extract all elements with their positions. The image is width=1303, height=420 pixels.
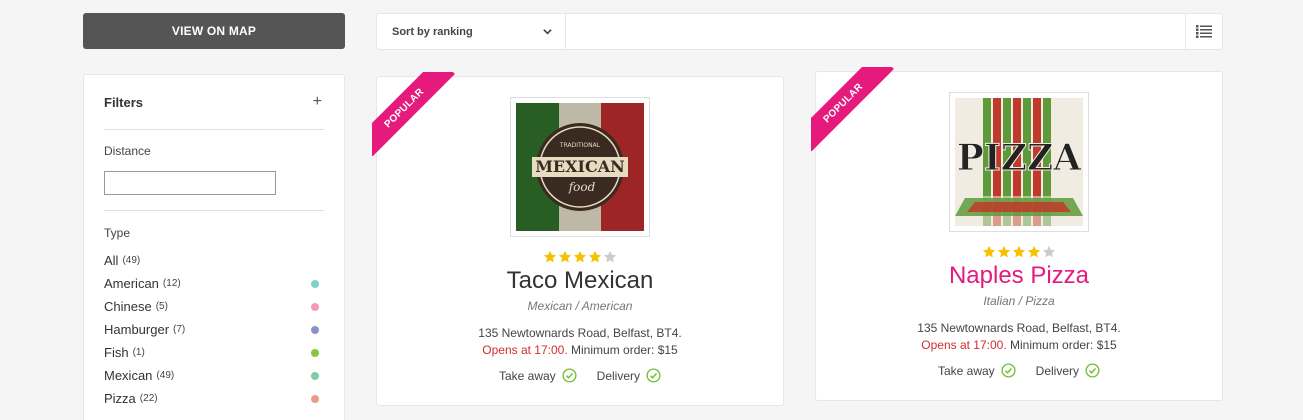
type-filter-count: (49) bbox=[122, 255, 141, 266]
minimum-order: Minimum order: $15 bbox=[1010, 338, 1117, 352]
type-filter-label: American bbox=[104, 276, 159, 291]
restaurant-name[interactable]: Taco Mexican bbox=[377, 266, 783, 296]
type-filter-fish[interactable]: Fish (1) bbox=[104, 341, 324, 364]
restaurant-cuisine: Italian / Pizza bbox=[983, 294, 1055, 308]
type-filter-all[interactable]: All (49) bbox=[104, 249, 324, 272]
check-circle-icon bbox=[1085, 363, 1100, 378]
star-filled-icon bbox=[982, 245, 996, 258]
type-filter-count: (49) bbox=[156, 370, 175, 381]
popular-ribbon: POPULAR bbox=[372, 72, 456, 156]
opening-time: Opens at 17:00. bbox=[921, 338, 1007, 352]
rating-stars bbox=[816, 245, 1222, 261]
type-filter-label: Chinese bbox=[104, 299, 152, 314]
distance-label: Distance bbox=[104, 144, 151, 158]
service-take-away: Take away bbox=[499, 368, 577, 383]
type-filter-american[interactable]: American (12) bbox=[104, 272, 324, 295]
star-filled-icon bbox=[543, 250, 557, 263]
type-filter-label: Fish bbox=[104, 345, 129, 360]
restaurant-card[interactable]: POPULAR MEXICAN TRADITIONAL food Taco Me… bbox=[372, 72, 784, 406]
check-circle-icon bbox=[646, 368, 661, 383]
logo-top-text: TRADITIONAL bbox=[559, 142, 601, 149]
opening-time: Opens at 17:00. bbox=[482, 343, 568, 357]
rating-stars bbox=[377, 250, 783, 266]
restaurant-name[interactable]: Naples Pizza bbox=[816, 261, 1222, 291]
type-filter-count: (1) bbox=[132, 347, 145, 358]
category-color-dot bbox=[311, 303, 319, 311]
service-label: Delivery bbox=[596, 368, 641, 383]
restaurant-card[interactable]: POPULAR PIZZA Naples Pizza Italian / Piz… bbox=[811, 67, 1223, 401]
star-filled-icon bbox=[1012, 245, 1026, 258]
type-filter-count: (22) bbox=[139, 393, 158, 404]
check-circle-icon bbox=[1001, 363, 1016, 378]
restaurant-listing-page: VIEW ON MAP Sort by ranking Filters + Di… bbox=[0, 0, 1303, 420]
restaurant-address: 135 Newtownards Road, Belfast, BT4. bbox=[917, 321, 1121, 335]
filters-title: Filters bbox=[104, 94, 144, 110]
category-color-dot bbox=[311, 372, 319, 380]
logo-sub-text: food bbox=[568, 180, 596, 194]
category-color-dot bbox=[311, 395, 319, 403]
star-filled-icon bbox=[1027, 245, 1041, 258]
filters-panel: Filters + Distance Type All (49) America… bbox=[83, 74, 345, 420]
restaurant-thumbnail[interactable]: PIZZA bbox=[949, 92, 1089, 232]
service-delivery: Delivery bbox=[597, 368, 661, 383]
type-filter-count: (12) bbox=[162, 278, 181, 289]
logo-main-text: PIZZA bbox=[957, 137, 1082, 179]
sort-toolbar: Sort by ranking bbox=[376, 13, 1223, 50]
type-filter-label: Hamburger bbox=[104, 322, 170, 337]
chevron-down-icon bbox=[543, 29, 552, 35]
view-on-map-label: VIEW ON MAP bbox=[171, 24, 257, 38]
type-filter-label: Pizza bbox=[104, 391, 136, 406]
logo-main-text: MEXICAN bbox=[535, 157, 625, 176]
minimum-order: Minimum order: $15 bbox=[571, 343, 678, 357]
list-view-button[interactable] bbox=[1185, 14, 1222, 49]
filters-divider bbox=[104, 210, 324, 211]
type-filter-count: (7) bbox=[173, 324, 186, 335]
pizza-logo-image: PIZZA bbox=[955, 98, 1083, 226]
restaurant-hours: Opens at 17:00. Minimum order: $15 bbox=[377, 343, 783, 357]
type-filter-chinese[interactable]: Chinese (5) bbox=[104, 295, 324, 318]
service-delivery: Delivery bbox=[1036, 363, 1100, 378]
star-empty-icon bbox=[603, 250, 617, 263]
star-filled-icon bbox=[588, 250, 602, 263]
popular-ribbon-label: POPULAR bbox=[811, 67, 894, 151]
service-options: Take away Delivery bbox=[377, 368, 783, 383]
star-filled-icon bbox=[573, 250, 587, 263]
list-view-icon bbox=[1196, 25, 1212, 38]
restaurant-cuisine: Mexican / American bbox=[527, 299, 633, 313]
type-filter-pizza[interactable]: Pizza (22) bbox=[104, 387, 324, 410]
star-filled-icon bbox=[997, 245, 1011, 258]
restaurant-hours: Opens at 17:00. Minimum order: $15 bbox=[816, 338, 1222, 352]
service-options: Take away Delivery bbox=[816, 363, 1222, 378]
mexican-food-logo-image: MEXICAN TRADITIONAL food bbox=[516, 103, 644, 231]
sort-select[interactable]: Sort by ranking bbox=[377, 14, 566, 49]
check-circle-icon bbox=[562, 368, 577, 383]
popular-ribbon: POPULAR bbox=[811, 67, 895, 151]
distance-input[interactable] bbox=[104, 171, 276, 195]
category-color-dot bbox=[311, 326, 319, 334]
type-filter-label: All bbox=[104, 253, 119, 268]
popular-ribbon-label: POPULAR bbox=[372, 72, 455, 156]
service-label: Take away bbox=[498, 368, 556, 383]
service-take-away: Take away bbox=[938, 363, 1016, 378]
restaurant-thumbnail[interactable]: MEXICAN TRADITIONAL food bbox=[510, 97, 650, 237]
category-color-dot bbox=[311, 349, 319, 357]
category-color-dot bbox=[311, 280, 319, 288]
view-on-map-button[interactable]: VIEW ON MAP bbox=[83, 13, 345, 49]
type-filter-mexican[interactable]: Mexican (49) bbox=[104, 364, 324, 387]
type-label: Type bbox=[104, 226, 131, 240]
type-filter-label: Mexican bbox=[104, 368, 153, 383]
restaurant-address: 135 Newtownards Road, Belfast, BT4. bbox=[478, 326, 682, 340]
type-filter-count: (5) bbox=[155, 301, 168, 312]
service-label: Delivery bbox=[1035, 363, 1080, 378]
service-label: Take away bbox=[937, 363, 995, 378]
star-empty-icon bbox=[1042, 245, 1056, 258]
type-filter-hamburger[interactable]: Hamburger (7) bbox=[104, 318, 324, 341]
sort-label: Sort by ranking bbox=[392, 25, 473, 38]
filters-header[interactable]: Filters + bbox=[104, 75, 324, 130]
star-filled-icon bbox=[558, 250, 572, 263]
expand-filters-icon[interactable]: + bbox=[313, 93, 322, 111]
